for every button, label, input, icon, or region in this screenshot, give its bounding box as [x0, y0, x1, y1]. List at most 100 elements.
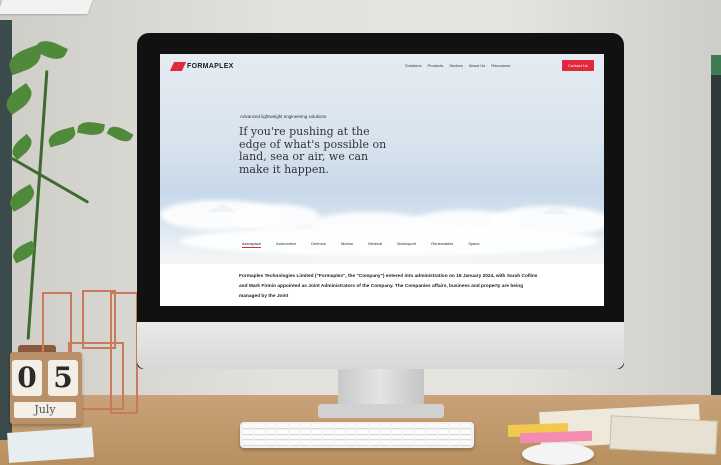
- keyboard-key: [460, 441, 471, 446]
- keyboard-key: [357, 424, 368, 429]
- keyboard-key: [391, 429, 403, 435]
- right-edge-photo: [711, 55, 721, 395]
- keyboard-key: [414, 441, 426, 446]
- keyboard-key: [460, 424, 471, 429]
- keyboard-key: [334, 435, 346, 441]
- keyboard-key: [414, 429, 426, 435]
- keyboard-key: [311, 429, 323, 435]
- keyboard-key: [265, 435, 277, 441]
- keyboard-key: [391, 435, 403, 441]
- contact-us-button[interactable]: Contact Us: [562, 60, 594, 71]
- sector-tabs: Aerospace Automotive Defence Marine Medi…: [242, 241, 480, 248]
- browser-viewport: FORMAPLEX Solutions Products Sectors Abo…: [160, 54, 604, 306]
- leaf: [106, 122, 134, 146]
- keyboard-key: [311, 424, 323, 429]
- keyboard-key: [426, 441, 437, 446]
- sector-tab-space[interactable]: Space: [468, 241, 479, 248]
- nav-products[interactable]: Products: [427, 63, 443, 68]
- hero-title: If you're pushing at the edge of what's …: [239, 125, 387, 176]
- leaf: [46, 126, 78, 148]
- keyboard-key: [449, 429, 460, 435]
- keyboard-key: [277, 435, 288, 441]
- keyboard-key: [243, 429, 254, 435]
- keyboard-key: [243, 441, 254, 446]
- keyboard-key: [346, 429, 357, 435]
- keyboard-key: [243, 424, 254, 429]
- keyboard-key: [254, 441, 265, 446]
- keyboard-key: [368, 435, 380, 441]
- keyboard-key: [368, 429, 380, 435]
- keyboard-key: [426, 429, 437, 435]
- sector-tab-aerospace[interactable]: Aerospace: [242, 241, 262, 248]
- nav-sectors[interactable]: Sectors: [449, 63, 463, 68]
- formaplex-logo-icon: [172, 62, 184, 71]
- mouse[interactable]: [522, 443, 594, 465]
- notebook: [609, 415, 718, 455]
- keyboard-key: [391, 441, 403, 446]
- sector-tab-automotive[interactable]: Automotive: [276, 241, 296, 248]
- keyboard-key: [243, 435, 254, 441]
- keyboard-key: [265, 424, 277, 429]
- keyboard-key: [323, 429, 334, 435]
- keyboard-key: [403, 424, 414, 429]
- nav-resources[interactable]: Resources: [491, 63, 510, 68]
- calendar-day-tens: 0: [12, 360, 42, 396]
- keyboard-key: [437, 424, 449, 429]
- cloud: [230, 204, 320, 230]
- brand-name: FORMAPLEX: [187, 63, 234, 70]
- keyboard-key: [368, 441, 380, 446]
- keyboard-key: [437, 441, 449, 446]
- calendar-month: July: [14, 402, 76, 418]
- hero-eyebrow: Advanced lightweight engineering solutio…: [240, 114, 327, 119]
- leaf: [77, 119, 105, 138]
- sector-tab-renewables[interactable]: Renewables: [431, 241, 453, 248]
- keyboard-key: [357, 429, 368, 435]
- keyboard-key: [277, 441, 288, 446]
- keyboard-key: [449, 435, 460, 441]
- desk-paper: [7, 427, 94, 463]
- keyboard-key: [357, 441, 368, 446]
- sector-tab-medical[interactable]: Medical: [368, 241, 382, 248]
- calendar-day-ones: 5: [48, 360, 78, 396]
- keyboard-key: [449, 424, 460, 429]
- mountain-peak: [542, 206, 570, 214]
- monitor-stand-base: [318, 404, 444, 418]
- right-edge-green: [711, 55, 721, 75]
- site-header: FORMAPLEX Solutions Products Sectors Abo…: [160, 54, 604, 80]
- keyboard-key: [323, 435, 334, 441]
- mountain-peak: [208, 204, 236, 212]
- monitor-stand: [338, 369, 424, 407]
- keyboard-key: [311, 441, 323, 446]
- keyboard-key: [403, 435, 414, 441]
- keyboard-key: [300, 435, 311, 441]
- nav-about-us[interactable]: About Us: [469, 63, 485, 68]
- keyboard-key: [334, 441, 346, 446]
- keyboard-key: [391, 424, 403, 429]
- keyboard-key: [277, 424, 288, 429]
- keyboard-key: [460, 429, 471, 435]
- keyboard-key: [300, 441, 311, 446]
- keyboard-key: [323, 441, 334, 446]
- keyboard[interactable]: [240, 422, 474, 448]
- keyboard-key: [380, 435, 391, 441]
- keyboard-key: [265, 441, 277, 446]
- nav-solutions[interactable]: Solutions: [405, 63, 421, 68]
- keyboard-key: [437, 429, 449, 435]
- keyboard-key: [300, 424, 311, 429]
- sector-tab-defence[interactable]: Defence: [311, 241, 326, 248]
- keyboard-key: [288, 424, 300, 429]
- keyboard-key: [460, 435, 471, 441]
- keyboard-key: [346, 424, 357, 429]
- keyboard-key: [426, 424, 437, 429]
- keyboard-key: [288, 429, 300, 435]
- keyboard-key: [449, 441, 460, 446]
- sector-tab-motorsport[interactable]: Motorsport: [397, 241, 416, 248]
- site-logo[interactable]: FORMAPLEX: [172, 62, 234, 71]
- leaf: [5, 184, 39, 212]
- calendar-block: 0 5 July: [10, 352, 82, 424]
- keyboard-key: [403, 429, 414, 435]
- keyboard-key: [357, 435, 368, 441]
- keyboard-key: [346, 435, 357, 441]
- keyboard-key: [254, 424, 265, 429]
- sector-tab-marine[interactable]: Marine: [341, 241, 353, 248]
